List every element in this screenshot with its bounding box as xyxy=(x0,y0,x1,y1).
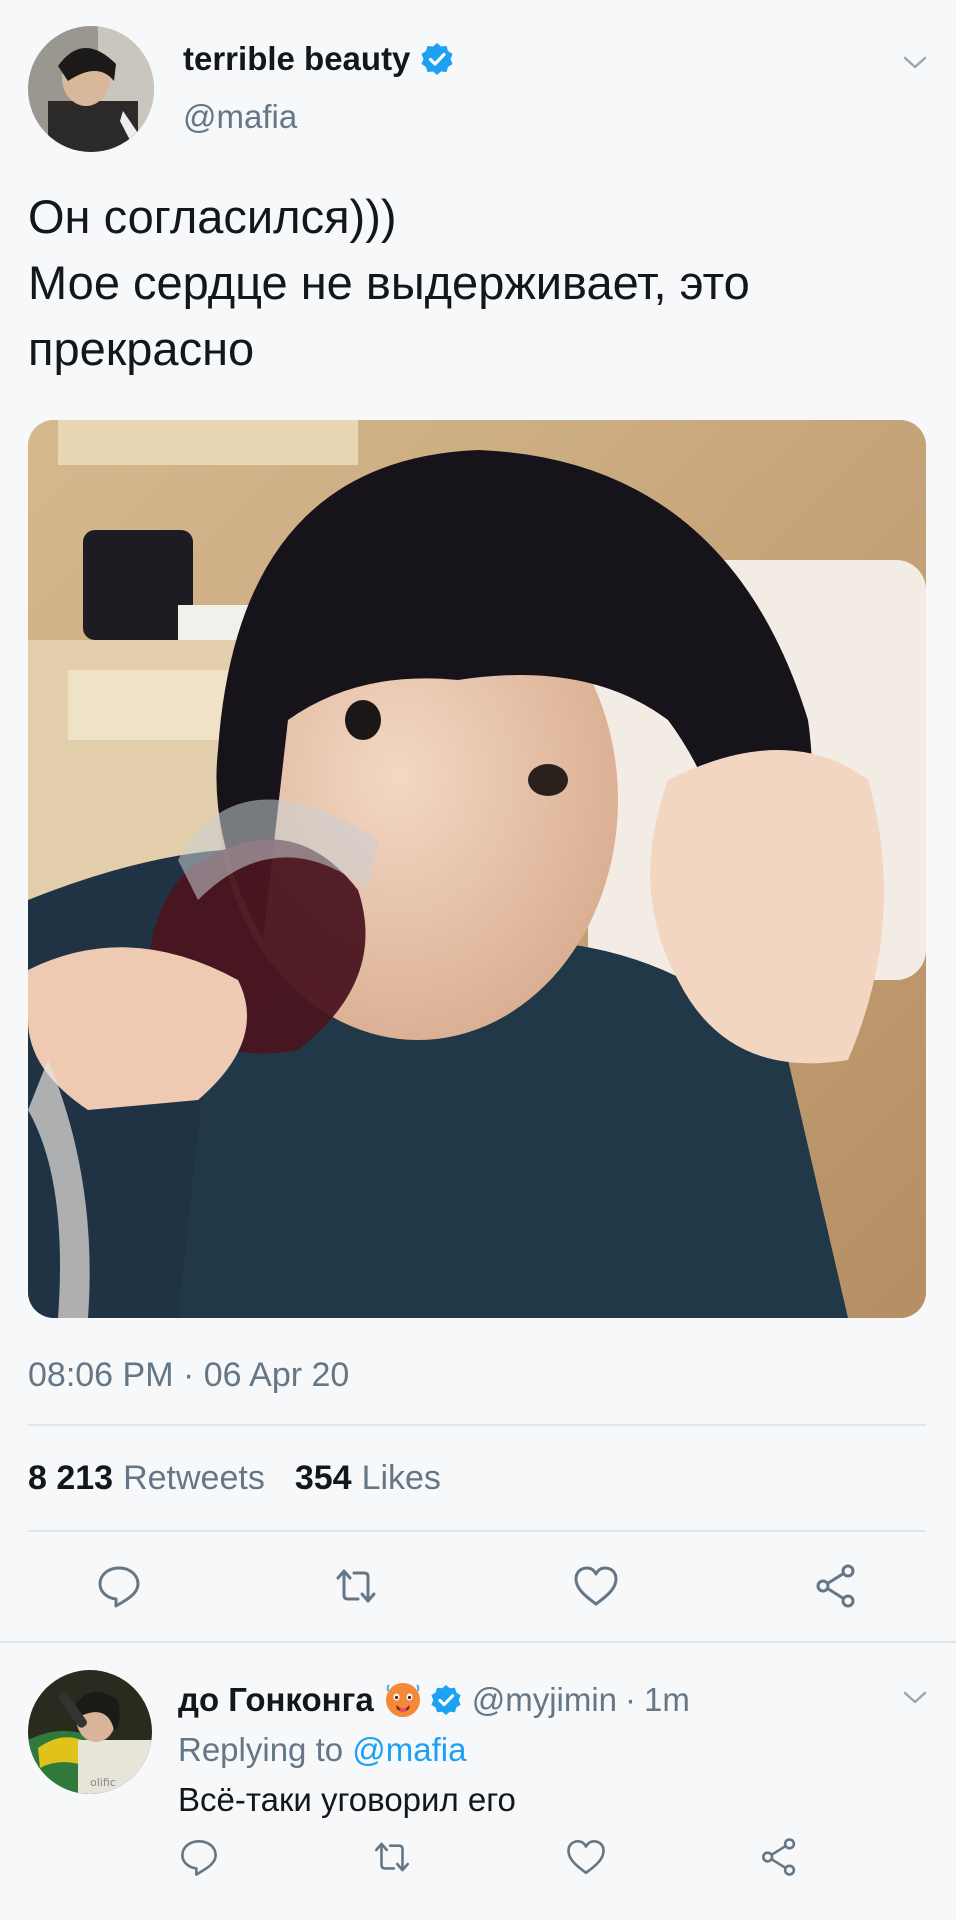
retweet-icon[interactable] xyxy=(371,1836,413,1878)
author-name-row: terrible beauty xyxy=(183,40,454,78)
reply-time[interactable]: 1m xyxy=(644,1681,690,1719)
likes-label: Likes xyxy=(361,1459,441,1497)
tweet-actions xyxy=(0,1562,956,1610)
reply-dot: · xyxy=(625,1681,637,1718)
share-icon[interactable] xyxy=(812,1562,860,1610)
verified-badge-icon xyxy=(420,42,454,76)
reply-icon[interactable] xyxy=(95,1562,143,1610)
tweet-text-line: Мое сердце не выдерживает, это xyxy=(28,256,750,309)
reply-header: до Гонконга @myjimin · 1m xyxy=(178,1681,690,1719)
chevron-down-icon[interactable] xyxy=(900,1683,930,1713)
reply-author-avatar[interactable]: olific xyxy=(28,1670,152,1794)
divider xyxy=(28,1424,926,1426)
tweet-photo[interactable] xyxy=(28,420,926,1318)
author-avatar[interactable] xyxy=(28,26,154,152)
reply-handle[interactable]: @myjimin xyxy=(472,1681,617,1719)
tweet-text: Он согласился))) Мое сердце не выдержива… xyxy=(28,184,928,382)
verified-badge-icon xyxy=(430,1684,462,1716)
tweet-timestamp[interactable]: 08:06 PM · 06 Apr 20 xyxy=(28,1356,349,1395)
tweet-date: 06 Apr 20 xyxy=(203,1356,350,1394)
tweet-text-line: прекрасно xyxy=(28,322,255,375)
author-display-name[interactable]: terrible beauty xyxy=(183,40,410,78)
reply-display-name[interactable]: до Гонконга xyxy=(178,1681,374,1719)
tweet-time: 08:06 PM xyxy=(28,1356,174,1394)
retweet-icon[interactable] xyxy=(332,1562,380,1610)
chevron-down-icon[interactable] xyxy=(900,48,930,78)
likes-stat[interactable]: 354 Likes xyxy=(295,1459,441,1498)
hot-face-emoji-icon xyxy=(384,1681,422,1719)
svg-text:olific: olific xyxy=(90,1776,116,1789)
author-handle[interactable]: @mafia xyxy=(183,98,297,136)
date-separator: · xyxy=(182,1356,195,1394)
share-icon[interactable] xyxy=(758,1836,800,1878)
reply-tweet[interactable]: olific до Гонконга @myjimin · 1m Replyin… xyxy=(0,1643,956,1920)
like-icon[interactable] xyxy=(565,1836,607,1878)
replying-to: Replying to @mafia xyxy=(178,1731,466,1769)
divider xyxy=(28,1530,926,1532)
reply-icon[interactable] xyxy=(178,1836,220,1878)
reply-actions xyxy=(0,1836,956,1878)
likes-count: 354 xyxy=(294,1459,352,1497)
retweets-label: Retweets xyxy=(123,1459,265,1497)
retweets-count: 8 213 xyxy=(28,1459,114,1497)
reply-text: Всё-таки уговорил его xyxy=(178,1781,516,1818)
replying-to-mention[interactable]: @mafia xyxy=(352,1731,466,1768)
retweets-stat[interactable]: 8 213 Retweets xyxy=(28,1459,265,1498)
main-tweet: terrible beauty @mafia Он согласился))) … xyxy=(0,0,956,1641)
like-icon[interactable] xyxy=(572,1562,620,1610)
tweet-stats: 8 213 Retweets 354 Likes xyxy=(28,1459,441,1498)
replying-to-label: Replying to xyxy=(178,1731,344,1768)
tweet-text-line: Он согласился))) xyxy=(28,190,397,243)
